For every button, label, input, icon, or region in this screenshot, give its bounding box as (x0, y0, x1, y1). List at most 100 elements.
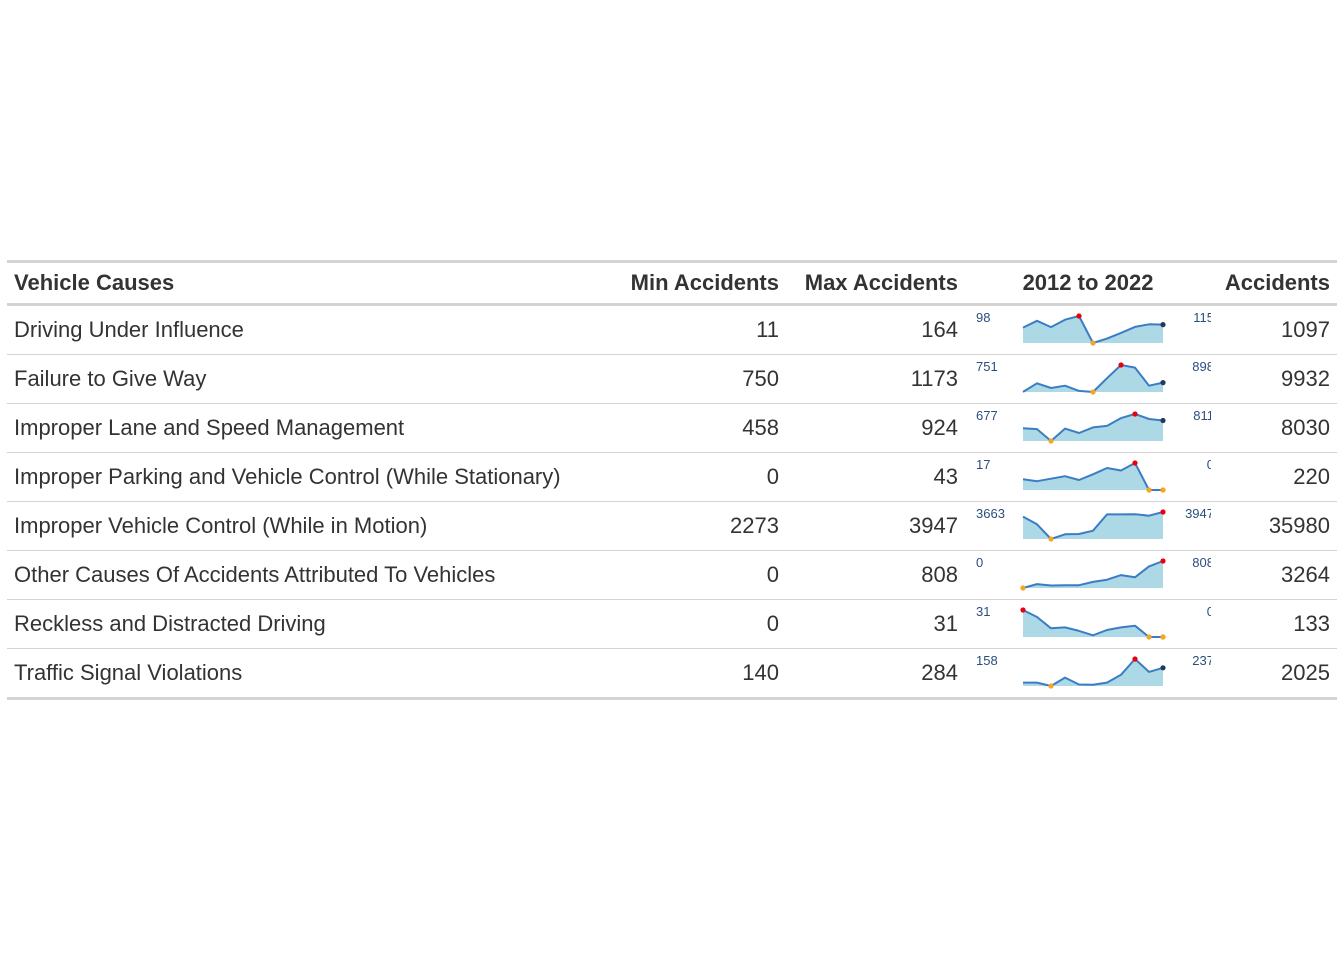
min-accidents-cell: 458 (742, 415, 779, 440)
max-accidents-cell: 284 (921, 660, 958, 685)
table-row: Driving Under Influence 11 164 98 115 1097 (7, 305, 1337, 355)
sparkline-cell: 98 115 (965, 305, 1211, 355)
table-row: Improper Vehicle Control (While in Motio… (7, 502, 1337, 551)
sparkline-max-point (1132, 656, 1138, 662)
sparkline-area (1023, 365, 1163, 392)
sparkline-last-label: 3947 (1185, 506, 1211, 521)
min-accidents-cell: 0 (766, 611, 779, 636)
sparkline-last-point (1160, 380, 1166, 386)
sparkline-first-label: 3663 (976, 506, 1005, 521)
sparkline-last-label: 808 (1192, 555, 1211, 570)
sparkline-min-point (1146, 634, 1152, 640)
max-accidents-cell: 43 (933, 464, 958, 489)
header-row: Vehicle Causes Min Accidents Max Acciden… (7, 261, 1337, 305)
min-accidents-cell: 750 (742, 366, 779, 391)
accidents-table-container: Vehicle Causes Min Accidents Max Acciden… (7, 260, 1337, 700)
min-accidents-cell: 11 (756, 317, 779, 342)
header-trend: 2012 to 2022 (1022, 270, 1154, 295)
total-accidents-cell: 3264 (1281, 562, 1330, 587)
sparkline-min-point (1048, 438, 1054, 444)
min-accidents-cell: 0 (766, 464, 779, 489)
header-accidents: Accidents (1224, 270, 1330, 295)
accidents-table: Vehicle Causes Min Accidents Max Acciden… (7, 260, 1337, 700)
sparkline-last-point (1160, 509, 1166, 515)
sparkline-last-point (1160, 634, 1166, 640)
sparkline-cell: 0 808 (965, 551, 1211, 600)
sparkline-cell: 677 811 (965, 404, 1211, 453)
sparkline: 158 237 (976, 653, 1211, 689)
sparkline-first-label: 0 (976, 555, 983, 570)
table-row: Improper Parking and Vehicle Control (Wh… (7, 453, 1337, 502)
table-row: Improper Lane and Speed Management 458 924… (7, 404, 1337, 453)
cause-cell: Improper Lane and Speed Management (14, 415, 405, 440)
sparkline-max-point (1020, 607, 1026, 613)
min-accidents-cell: 140 (742, 660, 779, 685)
max-accidents-cell: 164 (921, 317, 958, 342)
max-accidents-cell: 808 (921, 562, 958, 587)
sparkline-last-label: 237 (1192, 653, 1211, 668)
min-accidents-cell: 2273 (730, 513, 779, 538)
sparkline-first-label: 17 (976, 457, 990, 472)
sparkline-min-point (1020, 585, 1026, 591)
sparkline-cell: 751 898 (965, 355, 1211, 404)
header-min-accidents: Min Accidents (630, 270, 779, 295)
sparkline-last-point (1160, 558, 1166, 564)
max-accidents-cell: 31 (933, 611, 958, 636)
sparkline-last-label: 0 (1207, 604, 1211, 619)
table-body: Driving Under Influence 11 164 98 115 1097 Fai… (7, 305, 1337, 699)
table-row: Other Causes Of Accidents Attributed To … (7, 551, 1337, 600)
sparkline-min-point (1090, 340, 1096, 346)
sparkline-last-label: 115 (1193, 310, 1211, 325)
total-accidents-cell: 220 (1293, 464, 1330, 489)
sparkline-last-point (1160, 322, 1166, 328)
total-accidents-cell: 133 (1293, 611, 1330, 636)
max-accidents-cell: 1173 (910, 366, 958, 391)
max-accidents-cell: 924 (921, 415, 958, 440)
sparkline-last-point (1160, 417, 1166, 424)
total-accidents-cell: 9932 (1281, 366, 1330, 391)
sparkline-area (1023, 316, 1163, 343)
max-accidents-cell: 3947 (909, 513, 958, 538)
sparkline-max-point (1118, 362, 1124, 368)
sparkline: 751 898 (976, 359, 1211, 395)
header-max-accidents: Max Accidents (804, 270, 958, 295)
sparkline-max-point (1132, 460, 1138, 466)
sparkline: 677 811 (976, 408, 1211, 444)
table-row: Traffic Signal Violations 140 284 158 237 202… (7, 649, 1337, 699)
sparkline-max-point (1076, 313, 1082, 319)
sparkline-area (1023, 659, 1163, 686)
sparkline-area (1023, 512, 1163, 539)
table-row: Reckless and Distracted Driving 0 31 31 0 133 (7, 600, 1337, 649)
sparkline-first-label: 751 (976, 359, 998, 374)
cause-cell: Reckless and Distracted Driving (14, 611, 326, 636)
cause-cell: Traffic Signal Violations (14, 660, 243, 685)
sparkline-last-point (1160, 665, 1166, 671)
sparkline: 17 0 (976, 457, 1211, 493)
header-vehicle-causes: Vehicle Causes (14, 270, 175, 295)
cause-cell: Other Causes Of Accidents Attributed To … (14, 562, 496, 587)
table-row: Failure to Give Way 750 1173 751 898 9932 (7, 355, 1337, 404)
total-accidents-cell: 2025 (1281, 660, 1330, 685)
sparkline: 98 115 (976, 310, 1211, 346)
sparkline-cell: 158 237 (965, 649, 1211, 699)
sparkline-min-point (1090, 389, 1096, 395)
cause-cell: Driving Under Influence (14, 317, 244, 342)
sparkline-first-label: 98 (976, 310, 990, 325)
sparkline-first-label: 677 (976, 408, 998, 423)
sparkline-last-label: 898 (1192, 359, 1211, 374)
sparkline-last-label: 0 (1207, 457, 1211, 472)
sparkline-min-point (1146, 487, 1152, 493)
sparkline: 0 808 (976, 555, 1211, 591)
sparkline-cell: 17 0 (965, 453, 1211, 502)
cause-cell: Improper Parking and Vehicle Control (Wh… (14, 464, 561, 489)
cause-cell: Failure to Give Way (14, 366, 207, 391)
sparkline-min-point (1048, 536, 1054, 542)
total-accidents-cell: 1097 (1281, 317, 1330, 342)
total-accidents-cell: 8030 (1281, 415, 1330, 440)
sparkline-max-point (1132, 411, 1138, 417)
sparkline: 3663 3947 (976, 506, 1211, 542)
sparkline-cell: 31 0 (965, 600, 1211, 649)
sparkline-last-point (1160, 487, 1166, 493)
min-accidents-cell: 0 (766, 562, 779, 587)
total-accidents-cell: 35980 (1268, 513, 1330, 538)
